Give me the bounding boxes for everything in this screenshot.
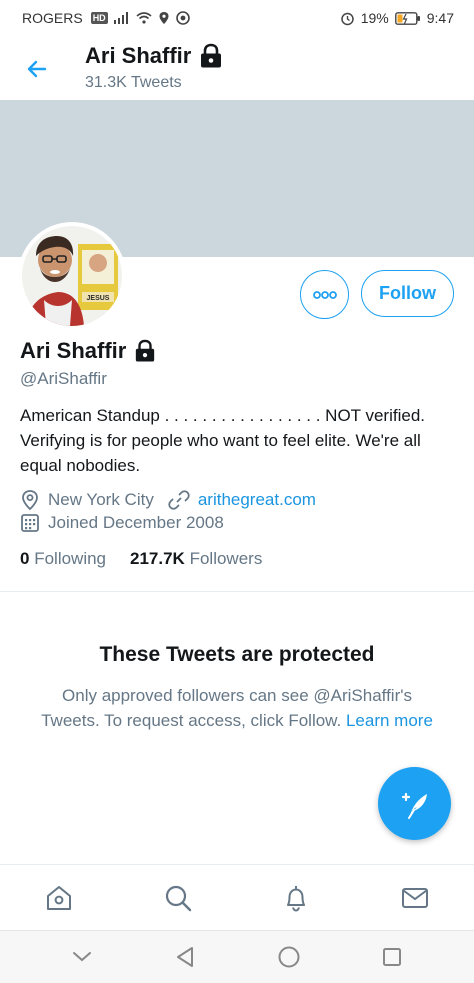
avatar[interactable]: JESUS	[18, 222, 126, 330]
compose-tweet-button[interactable]	[378, 767, 451, 840]
nav-back-button[interactable]	[160, 935, 210, 979]
follow-button[interactable]: Follow	[361, 270, 454, 317]
more-options-button[interactable]	[300, 270, 349, 319]
profile-location: New York City	[48, 490, 154, 509]
calendar-icon	[20, 513, 40, 533]
bell-icon	[287, 885, 306, 912]
avatar-book-label: JESUS	[87, 295, 110, 302]
tab-search[interactable]	[148, 873, 208, 923]
alarm-icon	[340, 11, 355, 26]
tab-messages[interactable]	[385, 873, 445, 923]
link-icon	[168, 489, 190, 511]
status-bar: ROGERS HD 19% 9:47	[0, 0, 474, 36]
header-title: Ari Shaffir	[85, 43, 223, 69]
protected-message: Only approved followers can see @AriShaf…	[40, 683, 434, 733]
profile-joined-row: Joined December 2008	[20, 513, 224, 533]
tweet-count: 31.3K Tweets	[85, 74, 182, 91]
lock-icon	[136, 339, 155, 362]
search-icon	[165, 885, 191, 911]
system-nav-bar	[0, 930, 474, 983]
bottom-tab-bar	[0, 864, 474, 930]
followers-count[interactable]: 217.7K Followers	[130, 549, 262, 569]
follow-counts: 0 Following 217.7K Followers	[20, 549, 262, 569]
home-circle-icon	[278, 946, 300, 968]
clock-time: 9:47	[426, 10, 454, 26]
back-triangle-icon	[177, 947, 194, 967]
learn-more-link[interactable]: Learn more	[346, 711, 433, 730]
profile-website-link[interactable]: arithegreat.com	[198, 490, 316, 510]
more-options-icon	[312, 290, 337, 299]
chrome-icon	[175, 11, 190, 25]
battery-percent: 19%	[360, 10, 389, 26]
profile-meta-row: New York City arithegreat.com	[20, 489, 316, 511]
following-count[interactable]: 0 Following	[20, 549, 106, 569]
tab-home[interactable]	[29, 873, 89, 923]
profile-joined: Joined December 2008	[48, 513, 224, 532]
back-button[interactable]	[22, 54, 52, 84]
location-pin-icon	[20, 489, 40, 511]
followers-count-value: 217.7K	[130, 549, 185, 568]
profile-header: Ari Shaffir 31.3K Tweets	[0, 36, 474, 100]
avatar-image: JESUS	[22, 226, 122, 326]
protected-title: These Tweets are protected	[99, 643, 375, 666]
nav-recents-button[interactable]	[367, 935, 417, 979]
nav-home-button[interactable]	[264, 935, 314, 979]
following-count-label: Following	[34, 549, 107, 568]
recents-square-icon	[383, 948, 402, 966]
nav-collapse-button[interactable]	[57, 935, 107, 979]
carrier-label: ROGERS	[22, 10, 83, 26]
compose-feather-icon	[401, 792, 427, 819]
battery-icon	[394, 11, 421, 25]
mail-icon	[401, 887, 428, 908]
back-arrow-icon	[27, 60, 47, 78]
location-icon	[158, 11, 170, 25]
following-count-value: 0	[20, 549, 30, 568]
followers-count-label: Followers	[189, 549, 263, 568]
header-name: Ari Shaffir	[85, 43, 192, 68]
chevron-down-icon	[72, 952, 91, 962]
profile-name-text: Ari Shaffir	[20, 338, 127, 363]
home-icon	[47, 885, 72, 910]
hd-badge: HD	[90, 12, 108, 24]
profile-name: Ari Shaffir	[20, 338, 156, 364]
tab-notifications[interactable]	[266, 873, 326, 923]
wifi-icon	[136, 12, 152, 24]
signal-icon	[113, 12, 130, 24]
profile-bio: American Standup . . . . . . . . . . . .…	[20, 406, 425, 475]
lock-icon	[201, 43, 222, 68]
section-divider	[0, 591, 474, 592]
profile-handle: @AriShaffir	[20, 369, 107, 388]
